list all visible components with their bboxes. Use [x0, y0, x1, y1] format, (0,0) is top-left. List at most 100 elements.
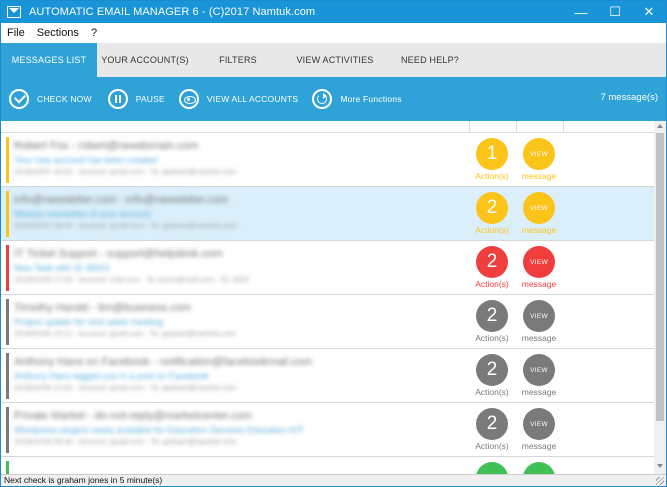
view-all-accounts-label: VIEW ALL ACCOUNTS [206, 94, 299, 104]
tab-messages-list[interactable]: MESSAGES LIST [1, 43, 97, 77]
toolbar: CHECK NOW PAUSE VIEW ALL ACCOUNTS More F… [1, 77, 666, 121]
message-meta: 2018/02/06 17:20 - Account: mail.com - T… [14, 275, 250, 284]
actions-button[interactable]: 1 [476, 138, 508, 170]
view-message-button[interactable]: VIEW [523, 354, 555, 386]
status-color-bar [6, 245, 9, 291]
view-message-label: message [521, 333, 557, 343]
check-now-label: CHECK NOW [37, 94, 92, 104]
view-message-label: message [521, 225, 557, 235]
window-controls: — ☐ ✕ [564, 1, 666, 23]
status-color-bar [6, 353, 9, 399]
scroll-thumb[interactable] [656, 133, 664, 421]
maximize-button[interactable]: ☐ [598, 1, 632, 23]
minimize-button[interactable]: — [564, 1, 598, 23]
message-meta: 2018/02/06 09:30 - Account: gmail.com - … [14, 437, 237, 446]
actions-button[interactable] [476, 462, 508, 474]
message-sender: Robert Fox - robert@newdomain.com [14, 140, 199, 152]
view-message-label: message [521, 279, 557, 289]
message-subject[interactable]: Project update for next week meeting [14, 317, 163, 327]
mail-icon [7, 6, 21, 18]
message-subject[interactable]: Anthony Hans tagged you in a post on Fac… [14, 371, 209, 381]
actions-button[interactable]: 2 [476, 246, 508, 278]
column-divider[interactable] [469, 121, 470, 133]
actions-button[interactable]: 2 [476, 354, 508, 386]
tab-need-help[interactable]: NEED HELP? [387, 43, 473, 77]
message-row[interactable]: IT Ticket Support - support@helpdesk.com… [1, 241, 654, 295]
refresh-icon [312, 89, 333, 109]
menu-bar: File Sections ? [1, 23, 666, 43]
title-bar: AUTOMATIC EMAIL MANAGER 6 - (C)2017 Namt… [1, 1, 666, 23]
close-button[interactable]: ✕ [632, 1, 666, 23]
message-meta: 2018/02/07 09:40 - Account: gmail.com - … [14, 221, 237, 230]
actions-label: Action(s) [475, 171, 509, 181]
view-all-accounts-button[interactable]: VIEW ALL ACCOUNTS [178, 77, 299, 121]
window-title: AUTOMATIC EMAIL MANAGER 6 - (C)2017 Namt… [29, 6, 316, 18]
view-message-label: message [521, 387, 557, 397]
actions-label: Action(s) [475, 279, 509, 289]
check-now-button[interactable]: CHECK NOW [9, 77, 92, 121]
view-message-button[interactable]: VIEW [523, 300, 555, 332]
status-color-bar [6, 461, 9, 474]
tab-your-accounts[interactable]: YOUR ACCOUNT(S) [97, 43, 193, 77]
status-bar: Next check is graham jones in 5 minute(s… [1, 474, 666, 486]
view-message-label: message [521, 171, 557, 181]
view-message-button[interactable]: VIEW [523, 246, 555, 278]
status-color-bar [6, 407, 9, 453]
menu-help[interactable]: ? [85, 27, 103, 39]
message-sender: Private Market - do-not-reply@marketcent… [14, 410, 252, 422]
message-row[interactable] [1, 457, 654, 474]
actions-label: Action(s) [475, 441, 509, 451]
view-message-button[interactable]: VIEW [523, 408, 555, 440]
message-row[interactable]: Anthony Hans on Facebook - notification@… [1, 349, 654, 403]
message-sender: info@newsletter.com - info@newsletter.co… [14, 194, 229, 206]
status-text: Next check is graham jones in 5 minute(s… [4, 475, 163, 485]
list-header [1, 121, 654, 133]
actions-button[interactable]: 2 [476, 192, 508, 224]
eye-icon [178, 89, 199, 109]
menu-sections[interactable]: Sections [31, 27, 85, 39]
status-color-bar [6, 137, 9, 183]
message-list: Robert Fox - robert@newdomain.com Your ne… [1, 133, 654, 474]
message-row[interactable]: info@newsletter.com - info@newsletter.co… [1, 187, 654, 241]
actions-label: Action(s) [475, 333, 509, 343]
actions-button[interactable]: 2 [476, 300, 508, 332]
more-functions-label: More Functions [340, 94, 402, 104]
message-row[interactable]: Timothy Harold - tim@business.com Project… [1, 295, 654, 349]
message-sender: Anthony Hans on Facebook - notification@… [14, 356, 312, 368]
check-icon [9, 89, 29, 109]
column-divider[interactable] [563, 121, 564, 133]
actions-label: Action(s) [475, 387, 509, 397]
message-subject[interactable]: Your new account has been created [14, 155, 157, 165]
status-color-bar [6, 191, 9, 237]
scroll-up-arrow-icon[interactable] [657, 124, 663, 128]
tab-view-activities[interactable]: VIEW ACTIVITIES [283, 43, 387, 77]
message-subject[interactable]: New Task with ID 38201 [14, 263, 110, 273]
message-subject[interactable]: Weekly newsletter of your account [14, 209, 151, 219]
message-row[interactable]: Private Market - do-not-reply@marketcent… [1, 403, 654, 457]
message-row[interactable]: Robert Fox - robert@newdomain.com Your ne… [1, 133, 654, 187]
pause-button[interactable]: PAUSE [107, 77, 165, 121]
status-color-bar [6, 299, 9, 345]
view-message-label: message [521, 441, 557, 451]
tab-bar: MESSAGES LIST YOUR ACCOUNT(S) FILTERS VI… [1, 43, 666, 77]
view-message-button[interactable]: VIEW [523, 138, 555, 170]
actions-button[interactable]: 2 [476, 408, 508, 440]
message-meta: 2018/02/06 12:02 - Account: gmail.com - … [14, 383, 237, 392]
tab-filters[interactable]: FILTERS [193, 43, 283, 77]
scroll-down-arrow-icon[interactable] [657, 464, 663, 468]
message-count: 7 message(s) [600, 92, 658, 103]
message-sender: Timothy Harold - tim@business.com [14, 302, 192, 314]
message-sender: IT Ticket Support - support@helpdesk.com [14, 248, 223, 260]
app-window: AUTOMATIC EMAIL MANAGER 6 - (C)2017 Namt… [0, 0, 667, 487]
vertical-scrollbar[interactable] [654, 121, 666, 474]
view-message-button[interactable]: VIEW [523, 192, 555, 224]
message-subject[interactable]: Wordpress plugins newly available for Ed… [14, 425, 303, 435]
more-functions-button[interactable]: More Functions [312, 77, 402, 121]
message-meta: 2018/02/07 10:02 - Account: gmail.com - … [14, 167, 237, 176]
column-divider[interactable] [516, 121, 517, 133]
view-message-button[interactable] [523, 462, 555, 474]
message-meta: 2018/02/06 15:11 - Account: gmail.com - … [14, 329, 237, 338]
pause-icon [107, 89, 128, 109]
menu-file[interactable]: File [1, 27, 31, 39]
resize-grip-icon[interactable] [656, 477, 664, 485]
